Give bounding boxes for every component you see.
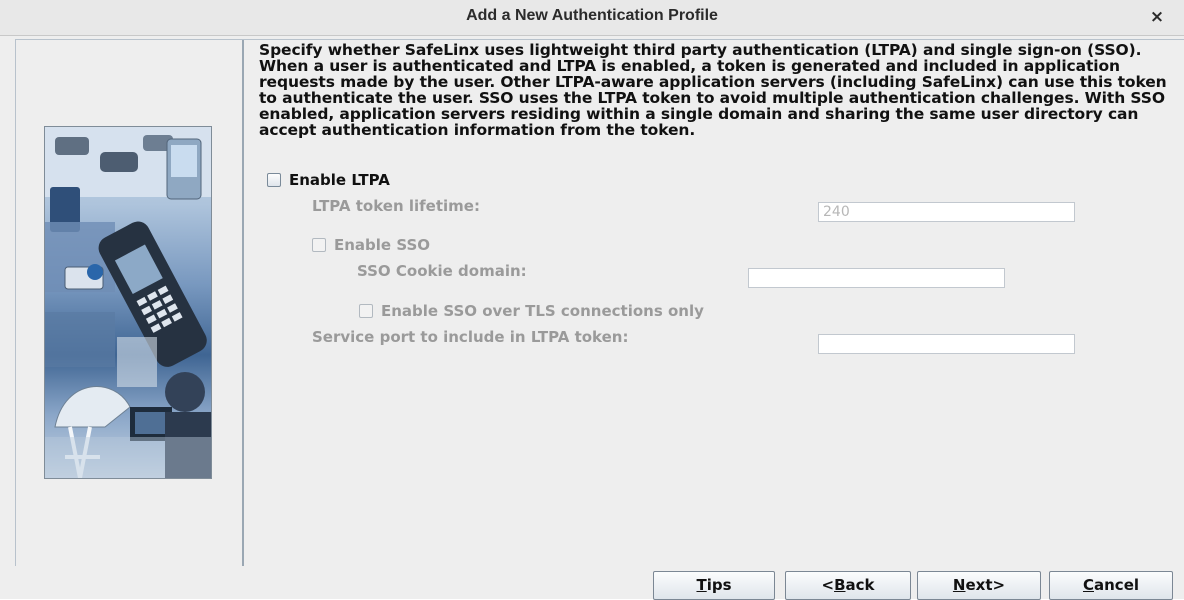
ltpa-lifetime-label: LTPA token lifetime: [312,197,480,215]
sso-cookie-domain-input[interactable] [748,268,1005,288]
cancel-button[interactable]: Cancel [1049,571,1173,600]
wizard-side-image [44,126,212,479]
sso-tls-only-checkbox[interactable] [359,304,373,318]
back-mnemonic: B [834,576,846,594]
description-text: Specify whether SafeLinx uses lightweigh… [259,41,1167,139]
tips-button[interactable]: Tips [653,571,775,600]
back-label-pre: < [821,576,835,594]
back-button[interactable]: <Back [785,571,911,600]
enable-ltpa-label: Enable LTPA [289,171,390,189]
enable-sso-label: Enable SSO [334,236,431,254]
sso-tls-only-label: Enable SSO over TLS connections only [381,302,704,320]
next-mnemonic: N [952,576,966,594]
wizard-side-panel [16,40,244,566]
next-label-rest: ext> [965,576,1006,594]
cancel-mnemonic: C [1082,576,1094,594]
sso-cookie-domain-label: SSO Cookie domain: [357,262,527,280]
enable-ltpa-checkbox[interactable] [267,173,281,187]
title-bar: Add a New Authentication Profile × [0,0,1184,36]
wizard-form-panel: Specify whether SafeLinx uses lightweigh… [244,40,1184,566]
window-title: Add a New Authentication Profile [466,7,718,24]
enable-sso-checkbox[interactable] [312,238,326,252]
dialog-window: Add a New Authentication Profile × Speci… [0,0,1184,600]
service-port-label: Service port to include in LTPA token: [312,328,629,346]
dialog-content: Specify whether SafeLinx uses lightweigh… [15,39,1184,567]
close-icon[interactable]: × [1146,6,1168,28]
tips-label-rest: ips [706,576,732,594]
service-port-input[interactable] [818,334,1075,354]
back-label-rest: ack [845,576,875,594]
cancel-label-rest: ancel [1094,576,1140,594]
next-button[interactable]: Next> [917,571,1041,600]
side-image-illustration [45,127,211,478]
ltpa-lifetime-input[interactable]: 240 [818,202,1075,222]
button-bar: Tips <Back Next> Cancel [0,566,1184,600]
tips-mnemonic: T [696,576,707,594]
